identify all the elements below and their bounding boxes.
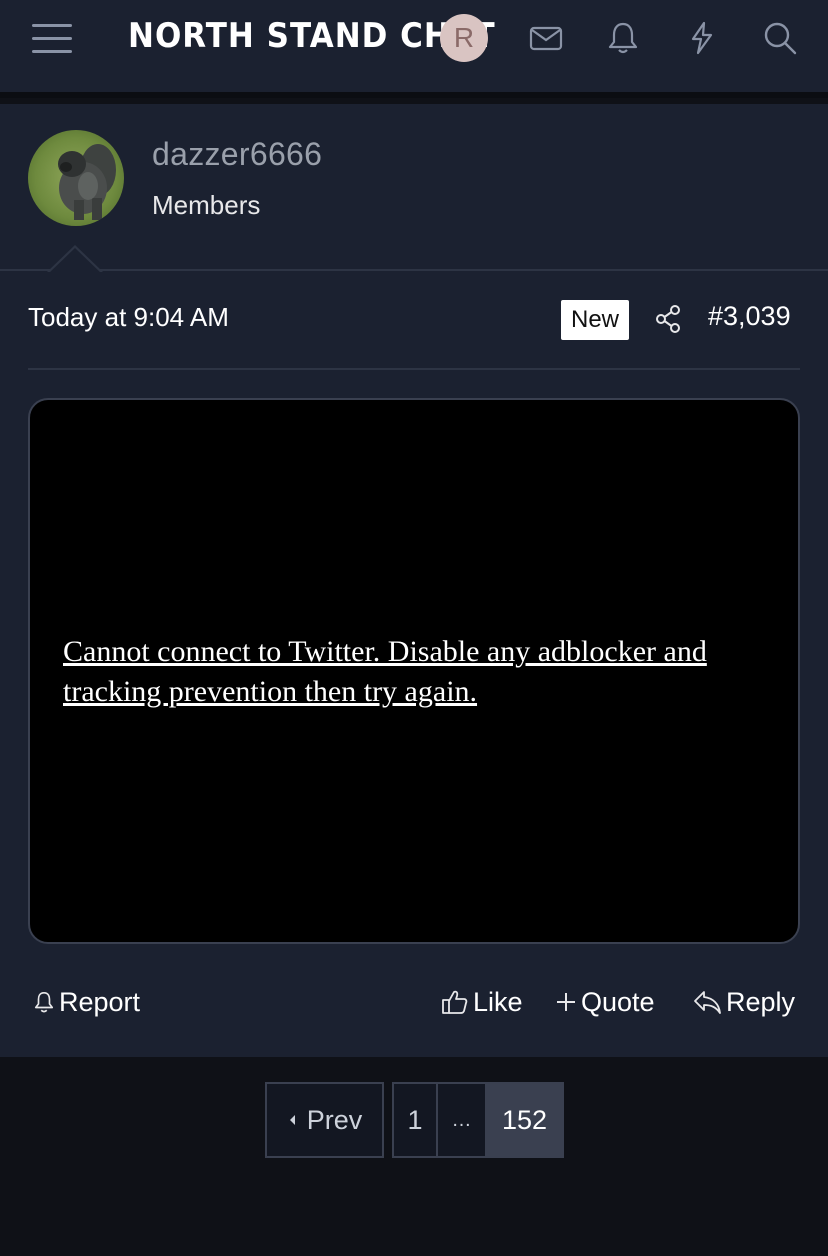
post-number-link[interactable]: #3,039: [708, 301, 791, 332]
user-title: Members: [152, 190, 261, 220]
new-badge: New: [561, 300, 629, 340]
caret-left-icon: [289, 1115, 295, 1125]
post-username[interactable]: dazzer6666: [152, 136, 322, 173]
bell-icon[interactable]: [605, 20, 641, 56]
bell-icon: [34, 992, 54, 1013]
user-block-pointer-fill: [49, 248, 101, 273]
pagination: 1 … 152: [392, 1082, 564, 1158]
post-container: dazzer6666 Members Today at 9:04 AM New …: [0, 104, 828, 1057]
top-bar: NORTH STAND CHAT R: [0, 0, 828, 98]
thumbs-up-icon: [442, 990, 468, 1014]
post-meta: Today at 9:04 AM New #3,039: [28, 300, 800, 370]
page-1-button[interactable]: 1: [394, 1084, 438, 1156]
reply-arrow-icon: [694, 991, 721, 1014]
post-date[interactable]: Today at 9:04 AM: [28, 302, 229, 333]
post-user-block: dazzer6666 Members: [0, 104, 828, 271]
post-actions: Report Like Quote Reply: [0, 980, 828, 1024]
prev-page-button[interactable]: Prev: [265, 1082, 384, 1158]
reply-button[interactable]: Reply: [692, 980, 795, 1024]
search-icon[interactable]: [762, 20, 798, 56]
current-page-button[interactable]: 152: [487, 1084, 562, 1156]
page-ellipsis-button[interactable]: …: [438, 1084, 487, 1156]
user-avatar[interactable]: [28, 130, 124, 226]
account-avatar[interactable]: R: [440, 14, 488, 62]
reply-label: Reply: [726, 986, 796, 1017]
report-button[interactable]: Report: [33, 980, 140, 1024]
embed-error-link[interactable]: Cannot connect to Twitter. Disable any a…: [63, 632, 773, 712]
prev-label: Prev: [306, 1104, 363, 1135]
report-label: Report: [59, 986, 141, 1017]
twitter-embed: Cannot connect to Twitter. Disable any a…: [28, 398, 800, 944]
quote-label: Quote: [581, 986, 655, 1017]
lightning-icon[interactable]: [684, 20, 720, 56]
like-button[interactable]: Like: [441, 980, 523, 1024]
quote-button[interactable]: Quote: [555, 980, 655, 1024]
menu-icon[interactable]: [32, 22, 72, 56]
inbox-icon[interactable]: [528, 20, 564, 56]
share-icon[interactable]: [654, 303, 682, 335]
like-label: Like: [473, 986, 523, 1017]
plus-icon: [557, 993, 575, 1011]
